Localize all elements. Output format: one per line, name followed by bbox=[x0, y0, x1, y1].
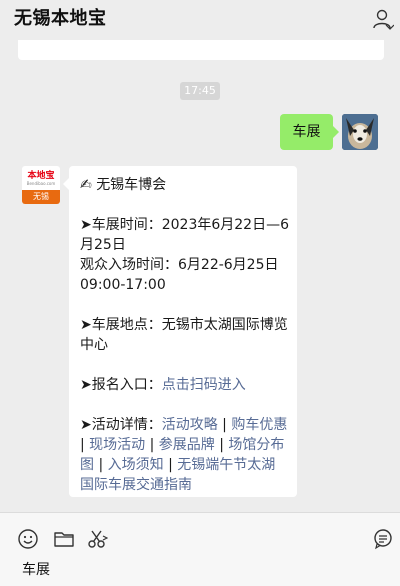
avatar-logo-text: 本地宝 bbox=[27, 171, 55, 181]
chat-history-icon[interactable] bbox=[372, 528, 394, 550]
link-separator: | bbox=[214, 437, 229, 453]
message-headline: ✍ 无锡车博会 bbox=[80, 175, 289, 195]
folder-icon[interactable] bbox=[53, 528, 75, 550]
writing-hand-icon: ✍ bbox=[80, 177, 92, 193]
exhibition-dates: ➤车展时间：2023年6月22日—6月25日 观众入场时间：6月22-6月25日0… bbox=[80, 215, 289, 295]
signup-link[interactable]: 点击扫码进入 bbox=[162, 377, 246, 393]
link-separator: | bbox=[94, 457, 108, 473]
chat-title: 无锡本地宝 bbox=[14, 8, 107, 29]
link-separator: | bbox=[217, 417, 232, 433]
date-label: ➤车展时间：2023年6月22日—6月25日 bbox=[80, 217, 289, 253]
my-avatar[interactable] bbox=[342, 114, 378, 150]
venue: ➤车展地点：无锡市太湖国际博览中心 bbox=[80, 317, 288, 353]
message-timestamp: 17:45 bbox=[180, 82, 220, 100]
dog-avatar-image bbox=[342, 114, 378, 150]
previous-message-bubble bbox=[18, 40, 384, 60]
outgoing-message-bubble[interactable]: 车展 bbox=[280, 114, 339, 150]
message-input[interactable]: 车展 bbox=[22, 559, 50, 579]
details-prefix: ➤活动详情： bbox=[80, 417, 162, 433]
user-icon[interactable] bbox=[372, 8, 394, 30]
signup: ➤报名入口：点击扫码进入 bbox=[80, 375, 289, 395]
link-onsite-activities[interactable]: 现场活动 bbox=[89, 437, 145, 453]
link-discount[interactable]: 购车优惠 bbox=[231, 417, 287, 433]
avatar-logo-url: Bendibao.com bbox=[26, 181, 56, 186]
headline-text: 无锡车博会 bbox=[96, 177, 167, 193]
input-bar: 车展 bbox=[0, 512, 400, 586]
avatar-logo-city: 无锡 bbox=[22, 190, 60, 204]
entry-time-label: 观众入场时间：6月22-6月25日09:00-17:00 bbox=[80, 257, 279, 293]
signup-prefix: ➤报名入口： bbox=[80, 377, 162, 393]
bendibao-avatar[interactable]: 本地宝 Bendibao.com 无锡 bbox=[22, 166, 60, 204]
link-guide[interactable]: 活动攻略 bbox=[162, 417, 218, 433]
link-separator: | bbox=[163, 457, 178, 473]
activity-details: ➤活动详情：活动攻略 | 购车优惠 | 现场活动 | 参展品牌 | 场馆分布图 … bbox=[80, 415, 289, 495]
link-admission-notes[interactable]: 入场须知 bbox=[108, 457, 164, 473]
chat-header: 无锡本地宝 bbox=[0, 0, 400, 40]
emoji-icon[interactable] bbox=[17, 528, 39, 550]
link-separator: | bbox=[80, 437, 90, 453]
link-brands[interactable]: 参展品牌 bbox=[159, 437, 215, 453]
incoming-message-bubble: ✍ 无锡车博会 ➤车展时间：2023年6月22日—6月25日 观众入场时间：6月2… bbox=[63, 166, 297, 497]
link-separator: | bbox=[145, 437, 159, 453]
scissors-icon[interactable] bbox=[86, 528, 108, 550]
